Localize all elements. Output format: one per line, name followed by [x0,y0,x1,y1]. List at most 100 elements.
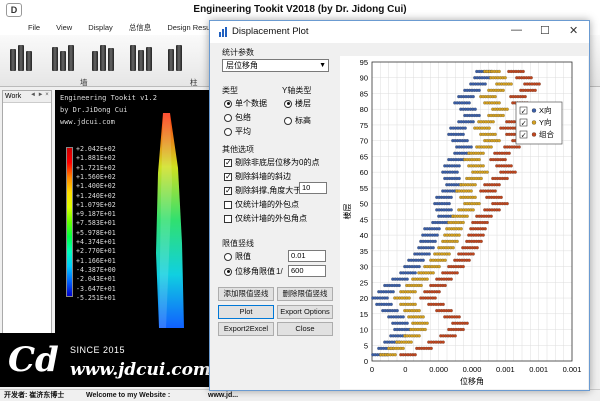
data-point [431,246,435,250]
type-radio-average[interactable]: 平均 [224,126,251,137]
data-point [409,340,413,344]
legend-value: +2.770E+01 [76,247,116,256]
toolbar-books-icon[interactable] [88,41,118,71]
type-radio-envelope[interactable]: 包络 [224,112,251,123]
limit-value-input[interactable]: 0.01 [288,250,326,262]
data-point [513,170,517,174]
option-checkbox-4[interactable]: 仅统计墙的外包角点 [224,213,307,224]
data-point [473,183,477,187]
maximize-button[interactable]: ☐ [540,24,550,37]
export-options-button[interactable]: Export Options [277,305,333,319]
x-tick-label: 0.001 [563,365,582,374]
type-radio-single[interactable]: 单个数据 [224,98,267,109]
data-point [441,302,445,306]
stat-select[interactable]: 层位移角 ▼ [222,59,329,72]
toolbar-books-icon[interactable] [160,41,190,71]
data-point [427,252,431,256]
data-point [503,76,507,80]
data-point [505,176,509,181]
data-point [437,264,441,269]
menu-file[interactable]: File [28,21,40,35]
data-point [413,302,417,306]
data-point [447,252,451,256]
limit-prefix: 1/ [276,267,283,276]
status-welcome: Welcome to my Website : [86,392,171,399]
data-point [477,88,481,92]
data-point [505,107,509,111]
limit-radio-drift[interactable]: 位移角限值 [224,266,275,277]
data-point [397,283,401,288]
dialog-title-bar: Displacement Plot — ☐ ✕ [210,21,589,43]
status-site[interactable]: www.jd... [208,390,238,401]
toolbar-books-icon[interactable] [48,41,78,71]
close-window-button[interactable]: ✕ [569,24,578,37]
drift-limit-input[interactable]: 600 [288,265,326,277]
data-point [465,214,469,218]
y-tick-label: 60 [360,168,368,177]
data-point [421,315,425,319]
menu-display[interactable]: Display [88,21,113,35]
work-panel-controls[interactable]: ◄ ► × [30,92,49,98]
brand-url[interactable]: www.jdcui.com [70,360,211,380]
minimize-button[interactable]: — [511,24,522,36]
data-point [485,220,489,225]
model-viewport[interactable]: Engineering Tookit v1.2 by Dr.JiDong Cui… [55,90,215,333]
legend-value: -2.043E+01 [76,275,116,284]
data-point [405,321,409,325]
delete-limit-line-button[interactable]: 删除限值竖线 [277,287,333,301]
data-point [483,227,487,231]
data-point [501,88,505,92]
y-tick-label: 55 [360,184,368,193]
x-tick-label: 0.000 [429,365,448,374]
limit-radio-value[interactable]: 限值 [224,251,251,262]
export-excel-button[interactable]: Export2Excel [218,322,274,336]
data-point [423,327,427,332]
add-limit-line-button[interactable]: 添加限值竖线 [218,287,274,301]
data-point [401,315,405,319]
data-point [479,239,483,243]
data-point [441,340,445,344]
plot-button[interactable]: Plot [218,305,274,319]
y-tick-label: 80 [360,105,368,114]
data-point [443,283,447,288]
data-point [459,227,463,231]
data-point [509,164,513,168]
data-point [455,271,459,275]
data-point [507,151,511,155]
x-tick-label: 0 [403,365,407,374]
option-label: 剔除斜撑,角度大于 [235,186,302,195]
data-point [449,309,453,313]
toolbar-books-icon[interactable] [6,41,36,71]
checkbox-empty [224,214,232,223]
data-point [437,290,441,294]
data-point [433,239,437,243]
angle-input[interactable]: 10 [299,182,327,194]
data-point [447,202,451,206]
close-button[interactable]: Close [277,322,333,336]
legend-value: +1.400E+02 [76,182,116,191]
y-radio-floor[interactable]: 楼层 [284,98,311,109]
type-group-label: 类型 [222,86,238,95]
x-tick-label: 0 [370,365,374,374]
option-checkbox-1[interactable]: ✓ 剔除斜墙的斜边 [224,171,291,182]
data-point [497,208,501,212]
option-checkbox-2[interactable]: ✓ 剔除斜撑,角度大于 [224,185,301,196]
data-point [497,139,501,143]
checkmark-icon: ✓ [224,171,232,181]
y-radio-elevation[interactable]: 标高 [284,115,311,126]
menu-view[interactable]: View [56,21,72,35]
menu-summary[interactable]: 总信息 [129,21,152,35]
toolbar-books-icon[interactable] [126,41,156,71]
data-point [389,302,393,306]
data-point [421,258,425,262]
brand-logo: Cd [8,340,59,380]
color-legend-bar [66,147,73,297]
data-point [481,151,485,155]
data-point [391,290,395,294]
data-point [473,195,477,199]
option-checkbox-0[interactable]: ✓ 剔除非底层位移为0的点 [224,157,319,168]
data-point [393,353,397,357]
data-point [471,120,475,124]
option-checkbox-3[interactable]: 仅统计墙的外包点 [224,199,299,210]
checkmark-icon: ✓ [521,107,527,115]
